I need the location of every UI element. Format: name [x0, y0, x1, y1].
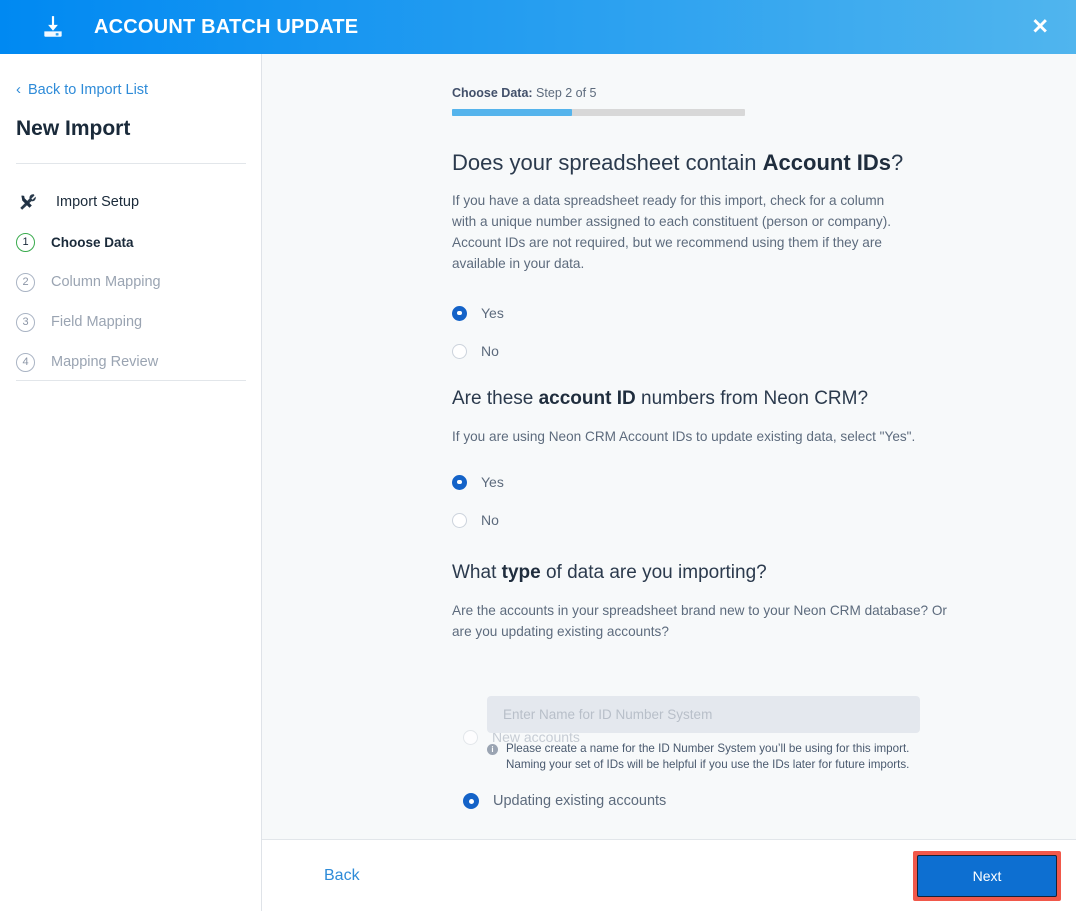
progress-step-name: Choose Data: [452, 86, 533, 100]
radio-icon [463, 729, 478, 745]
sidebar-item-mapping-review[interactable]: 4 Mapping Review [16, 342, 248, 382]
modal-footer: Back Next [262, 839, 1076, 911]
radio-label: Updating existing accounts [493, 793, 667, 809]
sidebar-item-label: Field Mapping [51, 314, 143, 330]
back-to-import-list-label: Back to Import List [28, 81, 149, 98]
step-list: Import Setup 1 Choose Data 2 Column Mapp… [16, 182, 248, 382]
sidebar-item-choose-data[interactable]: 1 Choose Data [16, 222, 248, 262]
question-neon-crm-ids: Are these account ID numbers from Neon C… [452, 388, 1012, 533]
step-number-badge: 4 [16, 352, 35, 372]
next-button[interactable]: Next [917, 854, 1057, 897]
sidebar-divider-bottom [16, 380, 246, 381]
back-to-import-list-link[interactable]: ‹ Back to Import List [16, 81, 148, 98]
question-title: Does your spreadsheet contain Account ID… [452, 150, 1012, 176]
chevron-left-icon: ‹ [16, 81, 21, 98]
step-number-badge: 1 [16, 232, 35, 252]
radio-label: No [481, 343, 499, 359]
question-title-emphasis: Account IDs [762, 150, 891, 175]
page-title: New Import [16, 117, 131, 140]
sidebar-item-import-setup[interactable]: Import Setup [16, 182, 248, 222]
question-data-type: What type of data are you importing? Are… [452, 562, 962, 642]
main-content: Choose Data: Step 2 of 5 Does your sprea… [262, 54, 1076, 839]
radio-account-ids-no[interactable]: No [452, 338, 1012, 364]
id-system-help: i Please create a name for the ID Number… [487, 741, 927, 772]
sidebar: ‹ Back to Import List New Import Import … [0, 54, 262, 911]
modal-title: ACCOUNT BATCH UPDATE [94, 15, 359, 38]
sidebar-item-label: Choose Data [51, 234, 134, 250]
radio-account-ids-yes[interactable]: Yes [452, 300, 1012, 326]
radio-updating-existing-accounts[interactable]: Updating existing accounts [463, 788, 666, 814]
question-title-lead: What [452, 562, 502, 583]
sidebar-item-label: Column Mapping [51, 274, 161, 290]
radio-label: No [481, 512, 499, 528]
sidebar-item-label: Mapping Review [51, 354, 159, 370]
step-number-badge: 2 [16, 272, 35, 292]
next-button-highlight: Next [913, 850, 1061, 901]
info-icon: i [487, 744, 498, 755]
progress-step-counter: Step 2 of 5 [532, 86, 597, 100]
question-title-tail: numbers from Neon CRM? [635, 388, 869, 409]
id-number-system-input[interactable] [487, 696, 920, 733]
sidebar-item-label: Import Setup [56, 194, 140, 210]
back-button[interactable]: Back [324, 867, 360, 885]
question-title-emphasis: type [501, 562, 541, 583]
help-text: Please create a name for the ID Number S… [506, 742, 910, 771]
radio-neon-crm-no[interactable]: No [452, 507, 1012, 533]
question-title-tail: ? [891, 150, 904, 175]
question-account-ids: Does your spreadsheet contain Account ID… [452, 150, 1012, 364]
progress-bar [452, 109, 745, 116]
radio-icon [452, 512, 467, 528]
sidebar-divider-top [16, 163, 246, 164]
question-title-tail: of data are you importing? [540, 562, 767, 583]
progress-label: Choose Data: Step 2 of 5 [452, 86, 597, 100]
question-title: What type of data are you importing? [452, 562, 962, 584]
question-description: If you have a data spreadsheet ready for… [452, 193, 892, 271]
question-description: If you are using Neon CRM Account IDs to… [452, 429, 916, 444]
question-description: Are the accounts in your spreadsheet bra… [452, 603, 947, 639]
question-title: Are these account ID numbers from Neon C… [452, 388, 1012, 410]
question-title-lead: Does your spreadsheet contain [452, 150, 763, 175]
tools-icon [16, 193, 40, 211]
radio-icon [452, 343, 467, 359]
step-number-badge: 3 [16, 312, 35, 332]
radio-icon [452, 474, 467, 490]
radio-label: Yes [481, 474, 504, 490]
progress-bar-fill [452, 109, 573, 116]
import-download-icon [38, 12, 68, 42]
question-title-emphasis: account ID [538, 388, 636, 409]
question-title-lead: Are these [452, 388, 539, 409]
radio-icon [452, 305, 467, 321]
sidebar-item-column-mapping[interactable]: 2 Column Mapping [16, 262, 248, 302]
close-icon[interactable]: ✕ [1031, 17, 1049, 38]
radio-icon [463, 793, 479, 809]
radio-neon-crm-yes[interactable]: Yes [452, 469, 1012, 495]
account-batch-update-modal: ACCOUNT BATCH UPDATE ✕ ‹ Back to Import … [0, 0, 1076, 911]
modal-header: ACCOUNT BATCH UPDATE ✕ [0, 0, 1076, 54]
sidebar-item-field-mapping[interactable]: 3 Field Mapping [16, 302, 248, 342]
radio-label: Yes [481, 305, 504, 321]
